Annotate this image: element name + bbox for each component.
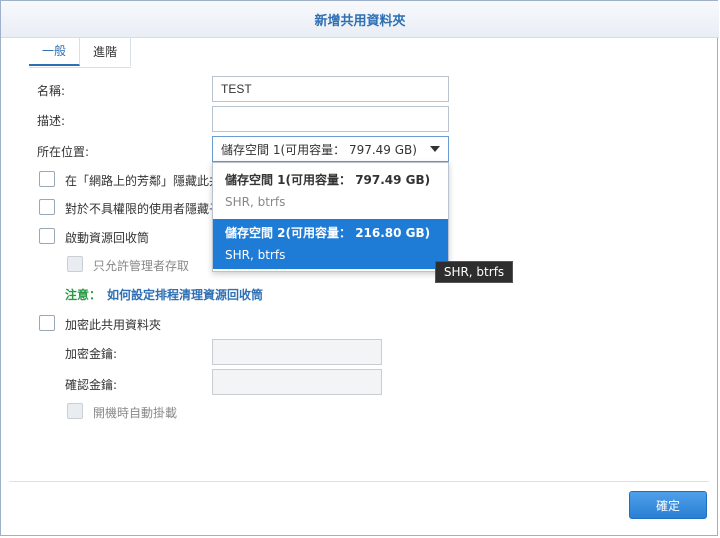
location-select[interactable]: 儲存空間 1(可用容量： 797.49 GB): [212, 136, 449, 162]
dialog-title: 新增共用資料夾: [1, 1, 719, 38]
tab-bar: 一般 進階: [29, 37, 132, 68]
dropdown-option-volume-1[interactable]: 儲存空間 1(可用容量： 797.49 GB) SHR, btrfs: [213, 169, 448, 213]
encrypt-checkbox[interactable]: [39, 315, 55, 331]
option-title: 儲存空間 1(可用容量： 797.49 GB): [225, 173, 431, 187]
admin-only-label: 只允許管理者存取: [93, 259, 190, 273]
dropdown-option-volume-2[interactable]: 儲存空間 2(可用容量： 216.80 GB) SHR, btrfs: [213, 219, 448, 269]
tab-general[interactable]: 一般: [29, 37, 81, 66]
auto-mount-checkbox[interactable]: [67, 403, 83, 419]
location-label: 所在位置:: [37, 145, 90, 159]
encrypt-key-label: 加密金鑰:: [65, 347, 118, 361]
option-subtitle: SHR, btrfs: [225, 195, 286, 209]
name-input[interactable]: TEST: [212, 76, 449, 102]
encrypt-label: 加密此共用資料夾: [65, 318, 162, 332]
footer-divider: [9, 481, 709, 482]
option-subtitle: SHR, btrfs: [225, 248, 286, 262]
hide-network-checkbox[interactable]: [39, 171, 55, 187]
recycle-schedule-link[interactable]: 如何設定排程清理資源回收筒: [107, 288, 263, 302]
admin-only-checkbox[interactable]: [67, 256, 83, 272]
option-title: 儲存空間 2(可用容量： 216.80 GB): [225, 226, 431, 240]
tab-advanced[interactable]: 進階: [80, 37, 132, 66]
hide-network-label: 在「網路上的芳鄰」隱藏此共: [65, 174, 222, 188]
location-select-value: 儲存空間 1(可用容量： 797.49 GB): [221, 142, 417, 157]
recycle-bin-label: 啟動資源回收筒: [65, 231, 150, 245]
recycle-bin-checkbox[interactable]: [39, 228, 55, 244]
confirm-key-label: 確認金鑰:: [65, 378, 118, 392]
description-label: 描述:: [37, 114, 66, 128]
tooltip: SHR, btrfs: [435, 261, 513, 283]
ok-button[interactable]: 確定: [629, 491, 707, 519]
name-label: 名稱:: [37, 84, 66, 98]
location-dropdown-list: 儲存空間 1(可用容量： 797.49 GB) SHR, btrfs 儲存空間 …: [212, 162, 449, 272]
hide-subfolders-checkbox[interactable]: [39, 199, 55, 215]
description-input[interactable]: [212, 106, 449, 132]
create-shared-folder-dialog: 新增共用資料夾 一般 進階 名稱: TEST 描述: 所在位置: 儲存空間 1(…: [0, 0, 719, 536]
note-prefix: 注意：: [65, 288, 102, 302]
recycle-note: 注意： 如何設定排程清理資源回收筒: [65, 286, 263, 303]
auto-mount-label: 開機時自動掛載: [93, 406, 178, 420]
confirm-key-input[interactable]: [212, 369, 382, 395]
encrypt-key-input[interactable]: [212, 339, 382, 365]
chevron-down-icon: [430, 146, 440, 152]
hide-subfolders-label: 對於不具權限的使用者隱藏子: [65, 202, 222, 216]
